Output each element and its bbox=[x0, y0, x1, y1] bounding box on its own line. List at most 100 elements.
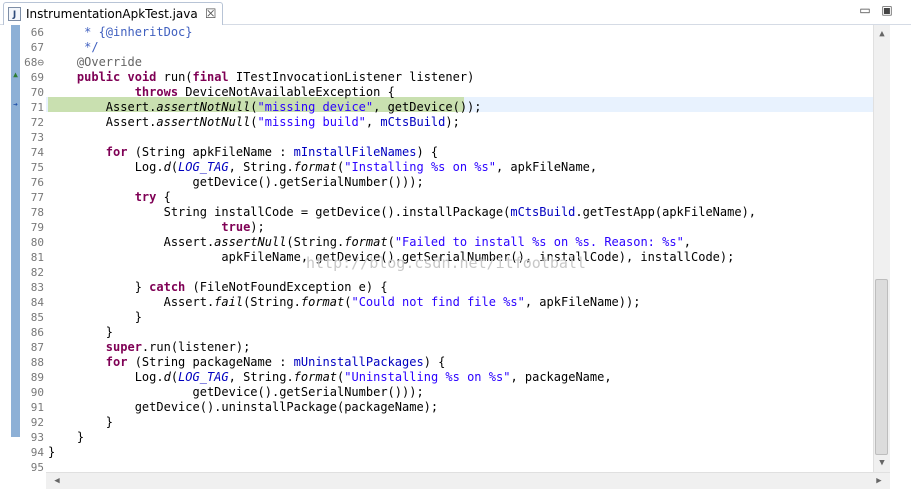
code-area[interactable]: * {@inheritDoc} */ @Override public void… bbox=[48, 25, 873, 472]
code-token: format bbox=[300, 295, 345, 309]
code-token: ITestInvocationListener listener) bbox=[228, 70, 475, 84]
code-line[interactable]: * {@inheritDoc} bbox=[48, 25, 192, 40]
code-token: Assert. bbox=[48, 235, 215, 249]
code-token: LOG_TAG bbox=[178, 160, 229, 174]
code-line[interactable]: Assert.fail(String.format("Could not fin… bbox=[48, 295, 641, 310]
vertical-scroll-thumb[interactable] bbox=[875, 279, 888, 455]
code-token: for bbox=[105, 355, 128, 369]
code-token: try bbox=[134, 190, 157, 204]
code-token: , bbox=[683, 235, 692, 249]
code-line[interactable]: } bbox=[48, 310, 142, 325]
quick-diff-bar bbox=[11, 25, 20, 437]
code-token: public bbox=[76, 70, 121, 84]
code-token: ( bbox=[250, 115, 258, 129]
code-token: ) { bbox=[423, 355, 446, 369]
code-line[interactable]: public void run(final ITestInvocationLis… bbox=[48, 70, 474, 85]
overview-ruler bbox=[0, 25, 11, 472]
override-marker-icon[interactable]: ▲ bbox=[11, 70, 20, 79]
scroll-up-icon[interactable]: ▲ bbox=[874, 27, 890, 41]
code-line[interactable]: Assert.assertNotNull("missing device", g… bbox=[48, 100, 482, 115]
line-number: 88 bbox=[30, 356, 44, 369]
code-token: void bbox=[127, 70, 157, 84]
code-line[interactable]: getDevice().getSerialNumber())); bbox=[48, 385, 423, 400]
code-line[interactable]: } bbox=[48, 415, 113, 430]
code-token: } bbox=[48, 280, 150, 294]
code-token: } bbox=[48, 445, 56, 459]
scroll-left-icon[interactable]: ◀ bbox=[50, 474, 64, 488]
java-file-icon: J bbox=[8, 7, 21, 21]
code-token: getDevice().getSerialNumber())); bbox=[48, 175, 424, 189]
code-token: run( bbox=[156, 70, 193, 84]
editor-tab[interactable]: J InstrumentationApkTest.java ☒ bbox=[3, 2, 224, 25]
code-token: Assert. bbox=[48, 100, 157, 114]
code-token: mCtsBuild bbox=[510, 205, 576, 219]
code-token: ); bbox=[445, 115, 460, 129]
code-line[interactable]: for (String packageName : mUninstallPack… bbox=[48, 355, 446, 370]
code-token: Log. bbox=[48, 370, 164, 384]
code-token: .run(listener); bbox=[141, 340, 251, 354]
code-token: , String. bbox=[228, 160, 294, 174]
code-token: (String packageName : bbox=[127, 355, 294, 369]
code-line[interactable]: } catch (FileNotFoundException e) { bbox=[48, 280, 388, 295]
code-token: , bbox=[365, 115, 381, 129]
maximize-icon[interactable]: ▣ bbox=[880, 4, 894, 18]
code-editor[interactable]: ▲ ➔ 66 67 68⊖ 69 70 71 72 73 74 75 76 77 78 79 80 81 82 8… bbox=[0, 25, 873, 472]
code-token: Assert. bbox=[48, 295, 215, 309]
code-token: "Installing %s on %s" bbox=[344, 160, 496, 174]
code-line[interactable]: for (String apkFileName : mInstallFileNa… bbox=[48, 145, 438, 160]
line-number: 68⊖ bbox=[24, 56, 44, 69]
code-line[interactable]: getDevice().uninstallPackage(packageName… bbox=[48, 400, 438, 415]
code-line[interactable]: getDevice().getSerialNumber())); bbox=[48, 175, 424, 190]
line-number: 79 bbox=[30, 221, 44, 234]
code-token: } bbox=[48, 430, 85, 444]
breakpoint-arrow-icon[interactable]: ➔ bbox=[11, 100, 20, 109]
code-line[interactable]: try { bbox=[48, 190, 171, 205]
vertical-scrollbar[interactable]: ▲ ▼ bbox=[873, 25, 890, 472]
code-line[interactable]: } bbox=[48, 325, 113, 340]
line-number: 91 bbox=[30, 401, 44, 414]
code-token: } bbox=[48, 310, 142, 324]
code-token: fail bbox=[214, 295, 244, 309]
code-line[interactable]: true); bbox=[48, 220, 264, 235]
code-token: d bbox=[163, 370, 171, 384]
code-token: "Failed to install %s on %s. Reason: %s" bbox=[394, 235, 684, 249]
code-line[interactable]: super.run(listener); bbox=[48, 340, 251, 355]
code-line[interactable]: Assert.assertNotNull("missing build", mC… bbox=[48, 115, 460, 130]
line-number: 76 bbox=[30, 176, 44, 189]
code-line[interactable]: } bbox=[48, 445, 55, 460]
line-number: 95 bbox=[30, 461, 44, 472]
code-token: assertNotNull bbox=[156, 100, 251, 114]
close-tab-icon[interactable]: ☒ bbox=[205, 7, 217, 22]
code-token: mInstallFileNames bbox=[293, 145, 417, 159]
code-token: Assert. bbox=[48, 115, 157, 129]
code-token: LOG_TAG bbox=[178, 370, 229, 384]
code-token: ) { bbox=[416, 145, 439, 159]
code-token: ( bbox=[250, 100, 258, 114]
scroll-down-icon[interactable]: ▼ bbox=[874, 456, 890, 470]
code-line[interactable]: Log.d(LOG_TAG, String.format("Installing… bbox=[48, 160, 597, 175]
horizontal-scrollbar[interactable]: ◀ ▶ bbox=[46, 472, 890, 489]
code-line[interactable]: throws DeviceNotAvailableException { bbox=[48, 85, 395, 100]
code-token: for bbox=[105, 145, 128, 159]
code-line[interactable]: String installCode = getDevice().install… bbox=[48, 205, 756, 220]
code-token: Log. bbox=[48, 160, 164, 174]
code-line[interactable]: Log.d(LOG_TAG, String.format("Uninstalli… bbox=[48, 370, 612, 385]
code-line[interactable]: } bbox=[48, 430, 84, 445]
code-token: , String. bbox=[228, 370, 294, 384]
line-number: 77 bbox=[30, 191, 44, 204]
line-number: 70 bbox=[30, 86, 44, 99]
code-token: , getDevice()); bbox=[373, 100, 482, 114]
code-token: } bbox=[48, 415, 114, 429]
code-token: ( bbox=[170, 160, 179, 174]
minimize-icon[interactable]: ▭ bbox=[858, 4, 872, 18]
scroll-right-icon[interactable]: ▶ bbox=[872, 474, 886, 488]
line-number: 66 bbox=[30, 26, 44, 39]
code-line[interactable]: Assert.assertNull(String.format("Failed … bbox=[48, 235, 691, 250]
code-line[interactable]: @Override bbox=[48, 55, 142, 70]
line-number: 80 bbox=[30, 236, 44, 249]
code-line[interactable]: */ bbox=[48, 40, 99, 55]
code-token: */ bbox=[48, 40, 99, 54]
code-token: (String apkFileName : bbox=[127, 145, 294, 159]
